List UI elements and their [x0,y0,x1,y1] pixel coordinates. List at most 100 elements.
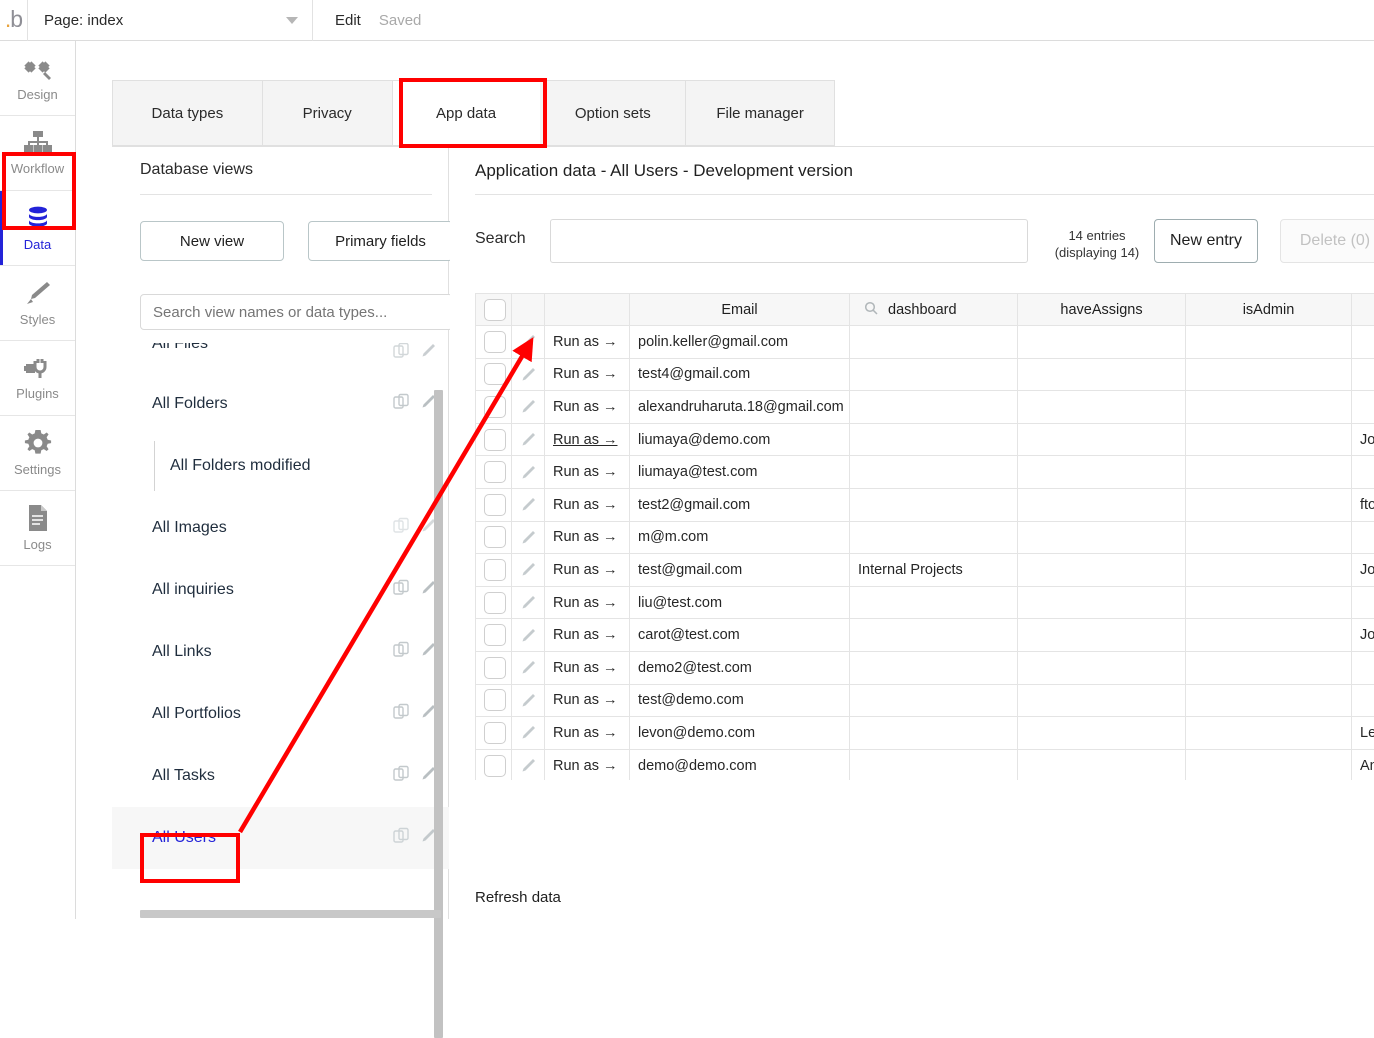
column-header-next[interactable] [1352,294,1374,326]
row-checkbox[interactable] [484,461,506,483]
row-checkbox[interactable] [484,722,506,744]
row-checkbox[interactable] [484,689,506,711]
run-as-link[interactable]: Run as → [553,366,617,382]
row-edit-cell[interactable] [512,488,545,521]
view-row-actions[interactable] [393,765,437,787]
isadmin-cell[interactable] [1186,456,1352,489]
view-search-input[interactable] [140,294,453,330]
row-checkbox[interactable] [484,363,506,385]
row-edit-cell[interactable] [512,586,545,619]
run-as-cell[interactable]: Run as → [545,619,630,652]
duplicate-icon[interactable] [393,517,410,539]
edit-pencil-icon[interactable] [520,399,537,415]
haveassigns-cell[interactable] [1018,488,1186,521]
row-select-cell[interactable] [476,456,512,489]
row-select-cell[interactable] [476,651,512,684]
row-edit-cell[interactable] [512,456,545,489]
edit-pencil-icon[interactable] [520,431,537,447]
edit-pencil-icon[interactable] [520,529,537,545]
isadmin-cell[interactable] [1186,326,1352,359]
sidebar-item-design[interactable]: Design [0,41,75,116]
edit-pencil-icon[interactable] [520,497,537,513]
isadmin-cell[interactable] [1186,749,1352,780]
row-edit-cell[interactable] [512,651,545,684]
row-checkbox[interactable] [484,559,506,581]
run-as-link[interactable]: Run as → [553,758,617,774]
sidebar-item-plugins[interactable]: Plugins [0,341,75,416]
table-row[interactable]: Run as →test2@gmail.comfto [476,488,1374,521]
row-select-cell[interactable] [476,749,512,780]
email-cell[interactable]: liu@test.com [630,586,850,619]
sidebar-item-all-users[interactable]: All Users [112,807,449,869]
duplicate-icon[interactable] [393,765,410,787]
view-row-actions[interactable] [393,827,437,849]
overflow-cell[interactable]: Le [1352,717,1374,750]
table-row[interactable]: Run as →test4@gmail.com [476,358,1374,391]
row-select-cell[interactable] [476,684,512,717]
row-edit-cell[interactable] [512,358,545,391]
edit-pencil-icon[interactable] [520,562,537,578]
run-as-cell[interactable]: Run as → [545,554,630,587]
bubble-logo[interactable]: .b [0,0,28,41]
table-row[interactable]: Run as →liumaya@demo.comJo [476,423,1374,456]
row-edit-cell[interactable] [512,749,545,780]
haveassigns-cell[interactable] [1018,586,1186,619]
overflow-cell[interactable] [1352,651,1374,684]
isadmin-cell[interactable] [1186,554,1352,587]
haveassigns-cell[interactable] [1018,521,1186,554]
haveassigns-cell[interactable] [1018,651,1186,684]
row-select-cell[interactable] [476,521,512,554]
panel-horizontal-scrollbar[interactable] [140,910,441,918]
email-cell[interactable]: alexandruharuta.18@gmail.com [630,391,850,424]
view-row-actions[interactable] [393,343,437,364]
overflow-cell[interactable] [1352,521,1374,554]
row-edit-cell[interactable] [512,684,545,717]
run-as-link[interactable]: Run as → [553,660,617,676]
haveassigns-cell[interactable] [1018,717,1186,750]
panel-vertical-scrollbar[interactable] [434,390,443,1038]
isadmin-cell[interactable] [1186,358,1352,391]
sidebar-item-workflow[interactable]: Workflow [0,116,75,191]
edit-pencil-icon[interactable] [520,334,537,350]
tab-option-sets[interactable]: Option sets [540,81,686,145]
data-table-wrapper[interactable]: Email dashboard haveAssigns isAdmin Ru [475,293,1374,780]
run-as-cell[interactable]: Run as → [545,488,630,521]
select-all-header[interactable] [476,294,512,326]
table-row[interactable]: Run as →liumaya@test.com [476,456,1374,489]
haveassigns-cell[interactable] [1018,684,1186,717]
table-row[interactable]: Run as →alexandruharuta.18@gmail.com [476,391,1374,424]
edit-pencil-icon[interactable] [520,692,537,708]
tab-file-manager[interactable]: File manager [686,81,834,145]
run-as-link[interactable]: Run as → [553,464,617,480]
view-row-actions[interactable] [393,703,437,725]
row-checkbox[interactable] [484,429,506,451]
row-edit-cell[interactable] [512,554,545,587]
column-header-email[interactable]: Email [630,294,850,326]
row-edit-cell[interactable] [512,423,545,456]
row-select-cell[interactable] [476,488,512,521]
edit-pencil-icon[interactable] [520,627,537,643]
table-row[interactable]: Run as →liu@test.com [476,586,1374,619]
dashboard-cell[interactable] [850,456,1018,489]
new-view-button[interactable]: New view [140,221,284,261]
row-select-cell[interactable] [476,326,512,359]
overflow-cell[interactable]: Jo [1352,619,1374,652]
table-row[interactable]: Run as →test@gmail.comInternal ProjectsJ… [476,554,1374,587]
email-cell[interactable]: carot@test.com [630,619,850,652]
haveassigns-cell[interactable] [1018,358,1186,391]
dashboard-cell[interactable] [850,326,1018,359]
isadmin-cell[interactable] [1186,717,1352,750]
sidebar-item-logs[interactable]: Logs [0,491,75,566]
table-row[interactable]: Run as →m@m.com [476,521,1374,554]
search-icon[interactable] [864,301,878,319]
sidebar-item-settings[interactable]: Settings [0,416,75,491]
duplicate-icon[interactable] [393,343,410,364]
run-as-link[interactable]: Run as → [553,497,617,513]
list-item[interactable]: All inquiries [112,559,449,621]
duplicate-icon[interactable] [393,579,410,601]
email-cell[interactable]: polin.keller@gmail.com [630,326,850,359]
run-as-link[interactable]: Run as → [553,529,617,545]
list-item[interactable]: All Files [112,343,449,373]
row-checkbox[interactable] [484,331,506,353]
row-checkbox[interactable] [484,755,506,777]
